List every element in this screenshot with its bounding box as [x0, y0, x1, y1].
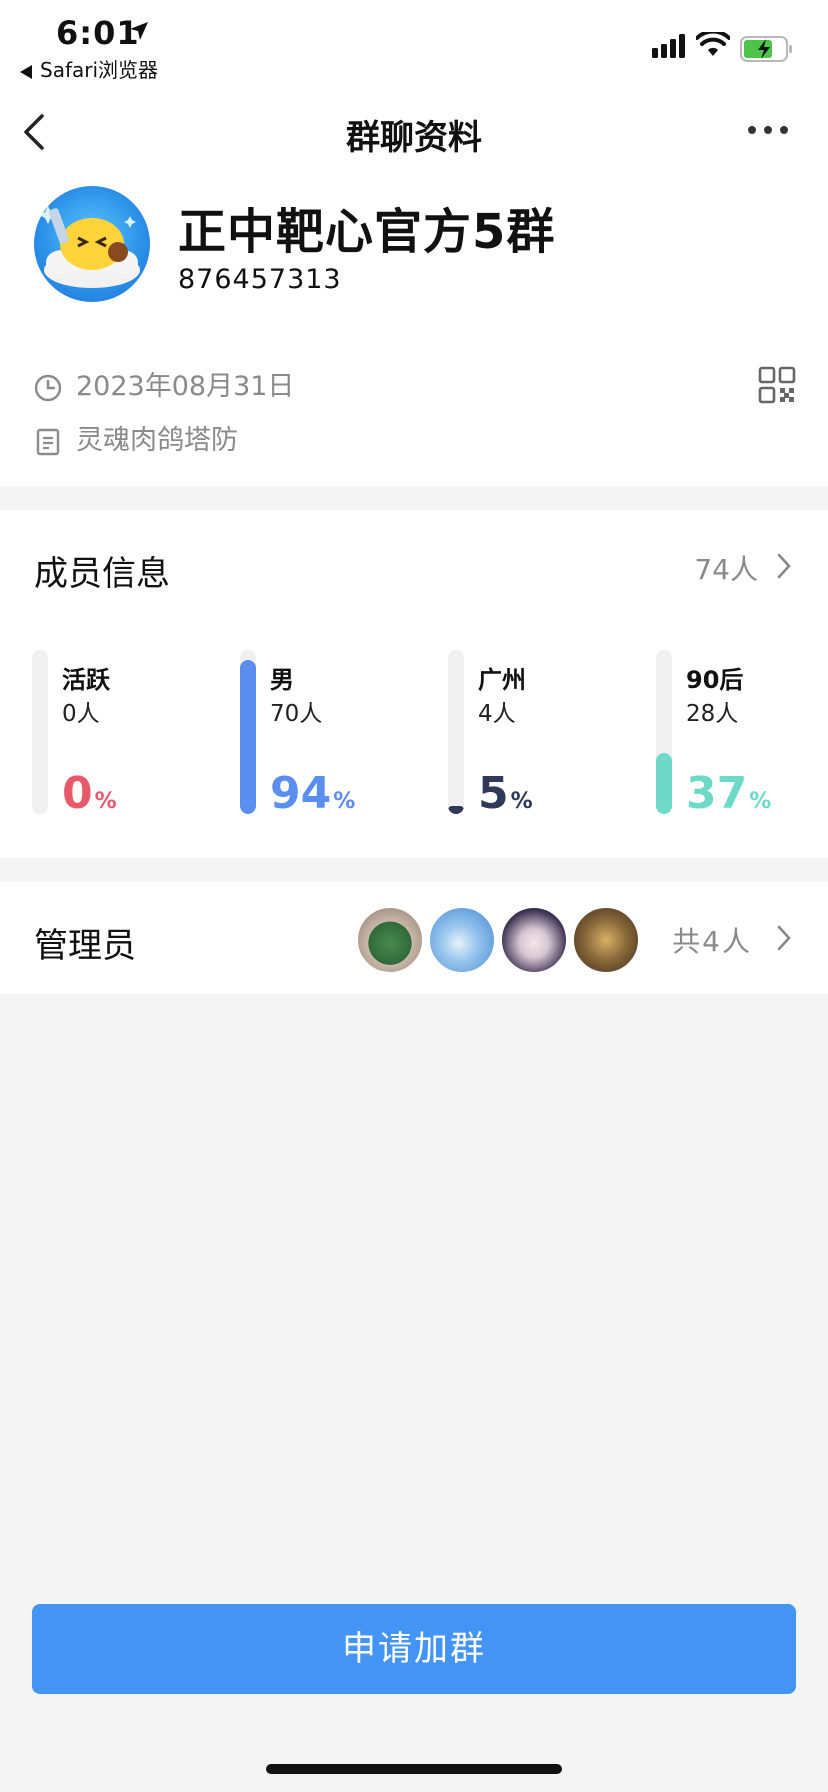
admins-title: 管理员 [34, 926, 136, 966]
group-date: 2023年08月31日 [76, 371, 295, 402]
group-avatar [34, 186, 150, 302]
stat-percent-unit: % [749, 789, 772, 814]
group-header: 正中靶心官方5群 876457313 2023年08月31日 灵魂肉鸽塔防 [0, 172, 828, 486]
member-info-section[interactable]: 成员信息 74人 活跃 0人 0% 男 70人 94% 广州 4人 5% 90后… [0, 510, 828, 858]
stat-percent: 5% [478, 768, 533, 819]
join-group-button[interactable]: 申请加群 [32, 1604, 796, 1694]
stat-percent: 0% [62, 768, 117, 819]
admin-avatar [428, 906, 496, 974]
page-title: 群聊资料 [346, 118, 482, 158]
date-row: 2023年08月31日 [34, 364, 294, 403]
stat-label: 活跃 [62, 666, 110, 694]
stat-track [656, 650, 672, 814]
stat-percent-value: 5 [478, 768, 509, 819]
admins-section[interactable]: 管理员 共4人 [0, 882, 828, 994]
admins-count: 共4人 [672, 925, 752, 958]
admin-avatar [572, 906, 640, 974]
stat-active: 活跃 0人 0% [32, 650, 232, 826]
stat-percent: 37% [686, 768, 771, 819]
stat-percent-value: 94 [270, 768, 332, 819]
member-count: 74人 [694, 553, 758, 586]
document-icon [36, 428, 60, 455]
member-info-title: 成员信息 [34, 554, 170, 594]
back-app-label: Safari浏览器 [40, 58, 159, 82]
admin-avatar [500, 906, 568, 974]
stat-track [448, 650, 464, 814]
group-description: 灵魂肉鸽塔防 [76, 425, 238, 456]
stat-fill [240, 660, 256, 814]
stat-track [240, 650, 256, 814]
chevron-right-icon [777, 925, 791, 951]
stat-count: 70人 [270, 701, 323, 727]
stat-track [32, 650, 48, 814]
back-triangle-icon [20, 64, 32, 79]
stat-count: 4人 [478, 701, 516, 727]
more-icon[interactable] [748, 126, 792, 138]
stat-label: 90后 [686, 666, 744, 694]
stat-percent-value: 0 [62, 768, 93, 819]
stat-percent-value: 37 [686, 768, 748, 819]
admin-avatar [356, 906, 424, 974]
status-bar: 6:01 Safari浏览器 [0, 0, 828, 86]
location-arrow-icon [130, 22, 148, 40]
group-name: 正中靶心官方5群 [178, 204, 556, 260]
back-to-app-link[interactable]: Safari浏览器 [20, 54, 158, 83]
group-id: 876457313 [178, 264, 342, 295]
qr-code-icon[interactable] [758, 366, 796, 404]
stat-label: 广州 [478, 666, 526, 694]
stat-percent: 94% [270, 768, 355, 819]
stat-label: 男 [270, 666, 294, 694]
signal-icon [652, 34, 685, 58]
stat-percent-unit: % [333, 789, 356, 814]
wifi-icon [696, 32, 730, 56]
battery-icon [740, 36, 792, 62]
stat-fill [448, 806, 464, 814]
stat-percent-unit: % [94, 789, 117, 814]
stat-male: 男 70人 94% [240, 650, 440, 826]
clock-icon [34, 374, 62, 401]
stat-post-90s: 90后 28人 37% [656, 650, 828, 826]
stat-count: 0人 [62, 701, 100, 727]
stat-fill [656, 753, 672, 814]
stat-count: 28人 [686, 701, 739, 727]
stat-percent-unit: % [510, 789, 533, 814]
description-row: 灵魂肉鸽塔防 [34, 418, 238, 457]
nav-bar: 群聊资料 [0, 86, 828, 172]
stat-guangzhou: 广州 4人 5% [448, 650, 648, 826]
chevron-right-icon [777, 553, 791, 579]
home-indicator [266, 1764, 562, 1774]
